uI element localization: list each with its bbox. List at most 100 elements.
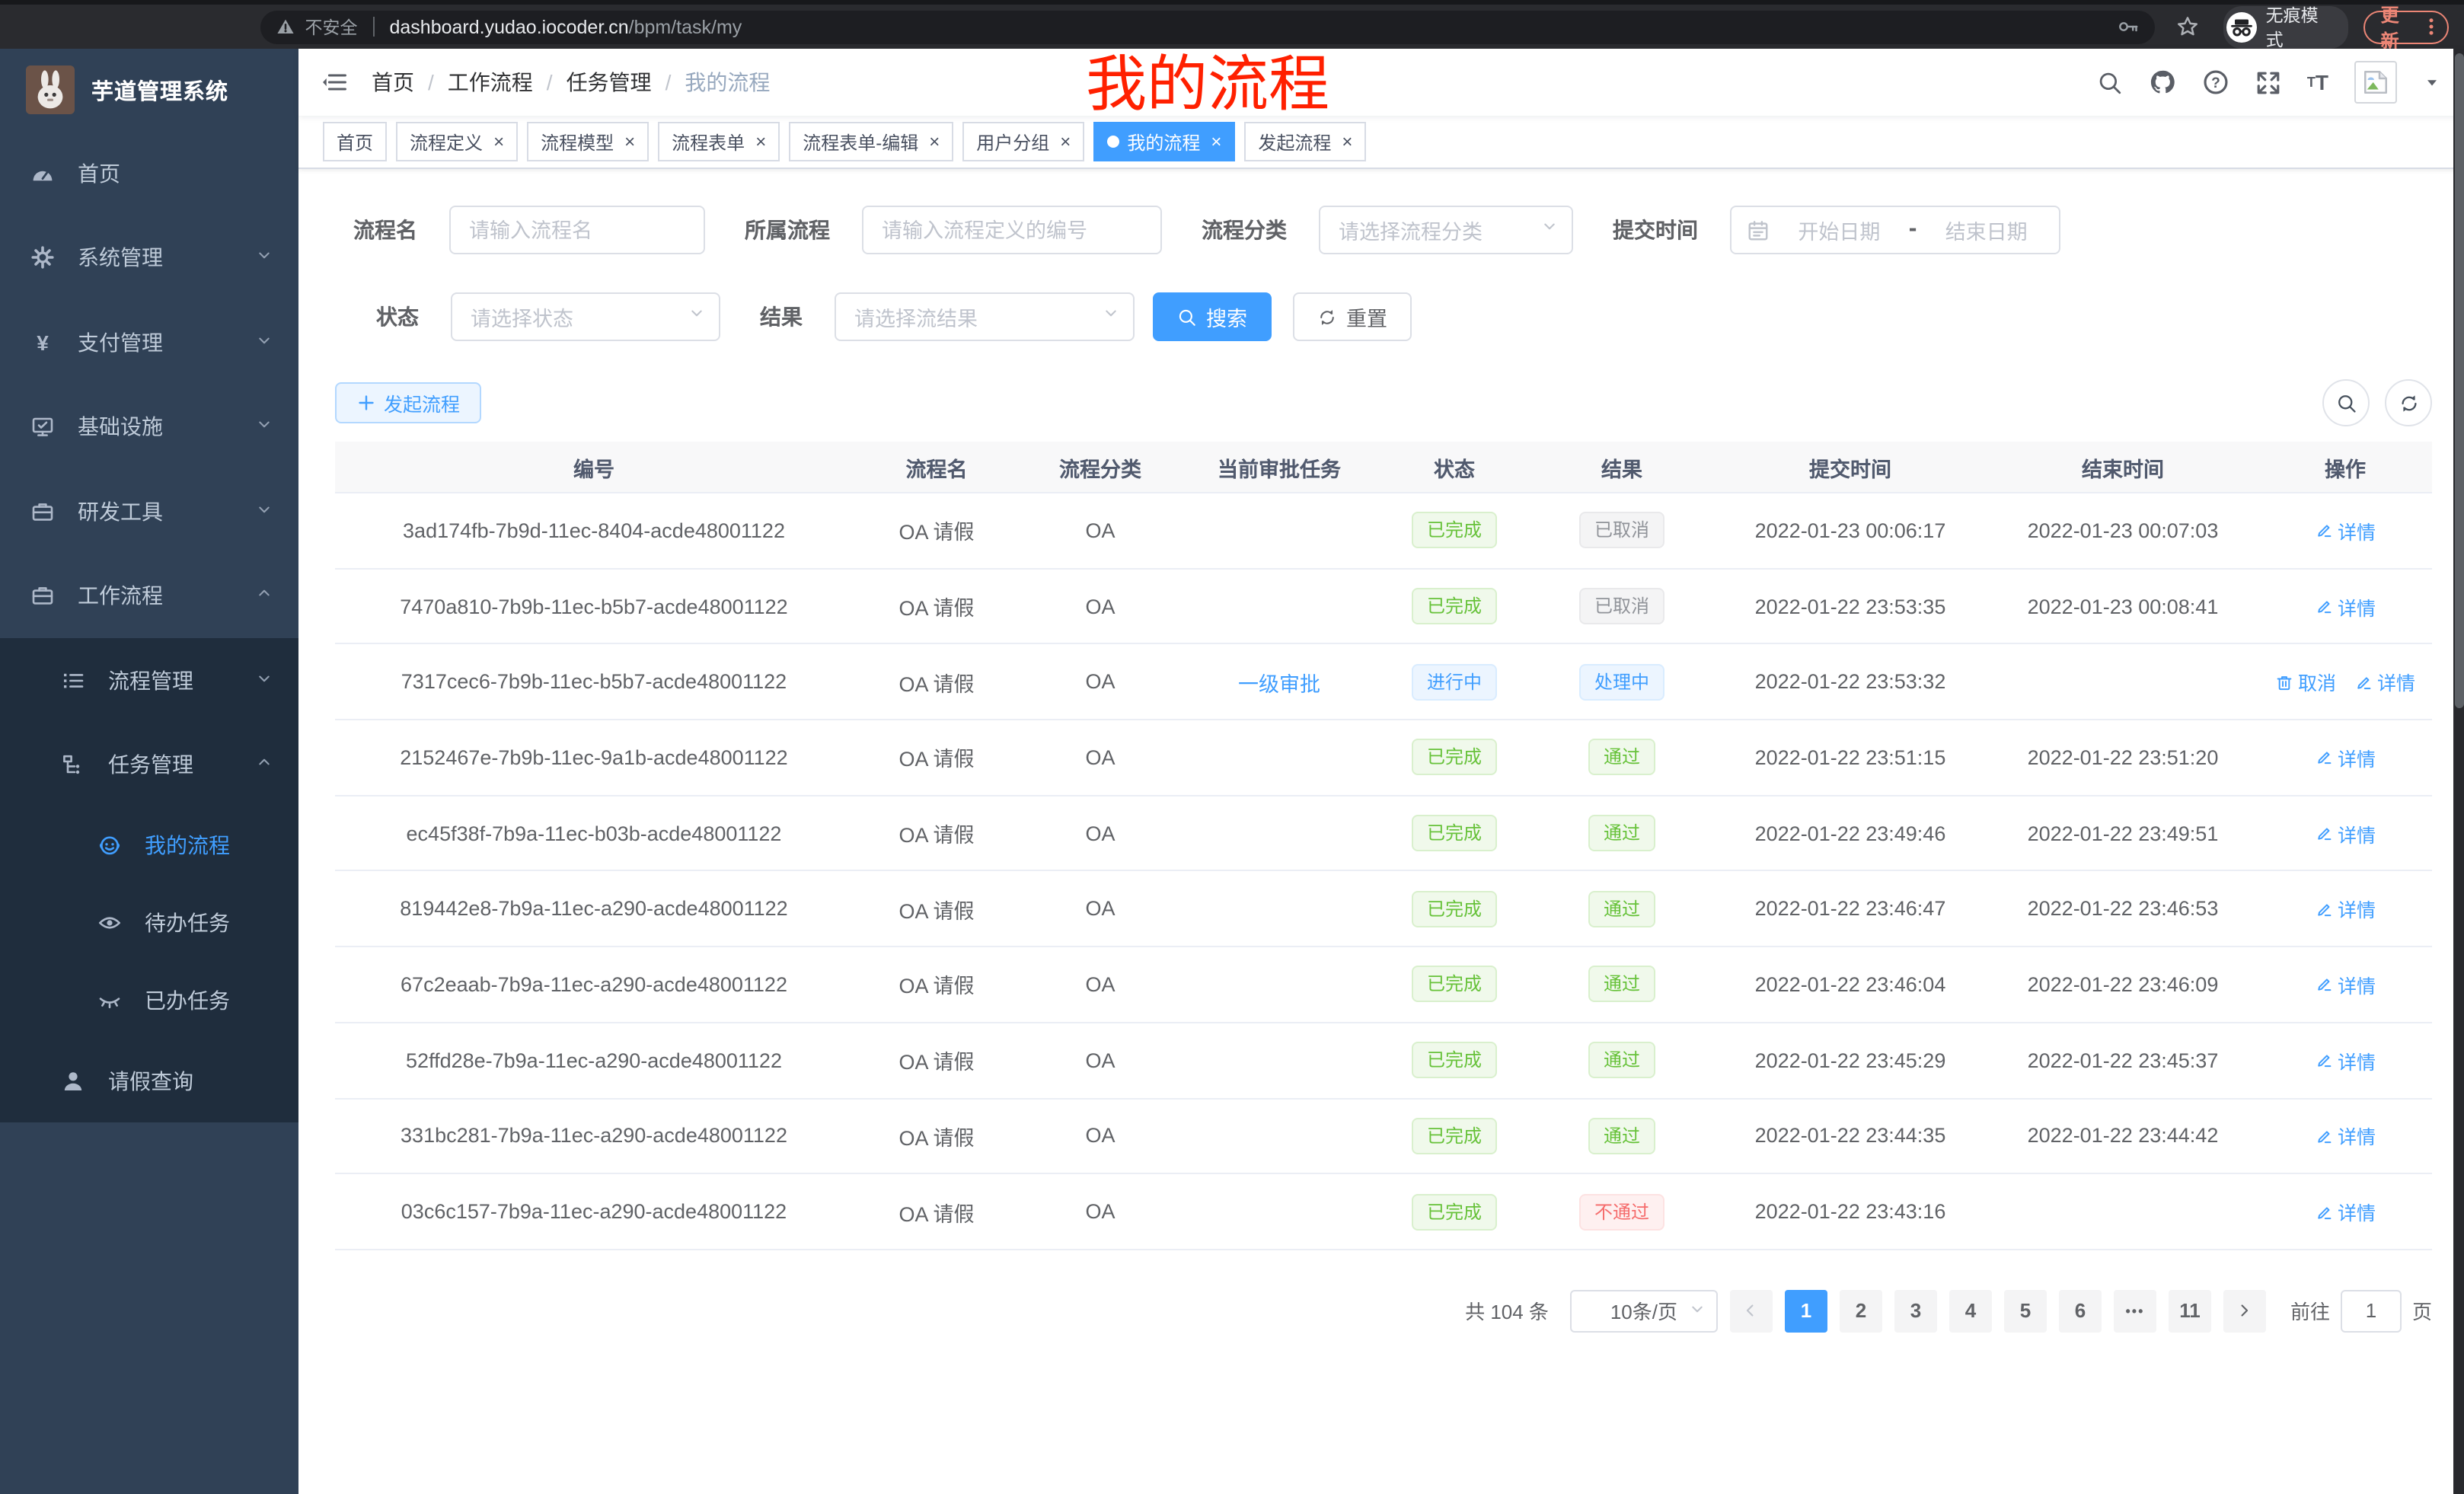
detail-action-link[interactable]: 详情 [2354,667,2415,696]
page-size-select[interactable]: 10条/页 [1570,1290,1718,1333]
help-icon[interactable]: ? [2202,69,2229,96]
cell-process-name: OA 请假 [853,1045,1020,1075]
close-icon[interactable]: × [1342,132,1352,151]
app-title: 芋道管理系统 [91,74,228,106]
owner-process-input[interactable] [862,206,1162,254]
result-select[interactable]: 请选择流结果 [835,292,1135,341]
task-tree-icon [61,752,85,776]
refresh-icon [2398,392,2419,413]
cell-status: 已完成 [1378,815,1530,851]
close-icon[interactable]: × [1211,132,1221,151]
category-select[interactable]: 请选择流程分类 [1319,206,1573,254]
sidebar-item-process-mgmt[interactable]: 流程管理 [0,638,298,722]
sidebar-item-label: 已办任务 [145,985,230,1015]
cancel-action-link[interactable]: 取消 [2275,667,2336,696]
status-select[interactable]: 请选择状态 [451,292,720,341]
breadcrumb-item[interactable]: 工作流程 [448,67,533,97]
breadcrumb-item[interactable]: 任务管理 [567,67,652,97]
detail-action-link[interactable]: 详情 [2315,516,2376,545]
font-size-icon[interactable]: TT [2307,72,2328,93]
detail-action-link[interactable]: 详情 [2315,743,2376,772]
page-button-11[interactable]: 11 [2169,1290,2211,1333]
page-button-6[interactable]: 6 [2059,1290,2102,1333]
column-header: 状态 [1378,452,1530,482]
detail-action-link[interactable]: 详情 [2315,895,2376,924]
github-icon[interactable] [2149,69,2176,96]
close-icon[interactable]: × [624,132,635,151]
column-header: 流程分类 [1020,452,1180,482]
submit-time-range-picker[interactable]: 开始日期 - 结束日期 [1730,206,2060,254]
password-key-icon[interactable] [2117,15,2140,38]
browser-update-button[interactable]: 更新 [2364,10,2449,43]
page-button-4[interactable]: 4 [1949,1290,1992,1333]
browser-back-button[interactable] [15,8,52,45]
detail-action-link[interactable]: 详情 [2315,970,2376,999]
sidebar-logo[interactable]: 芋道管理系统 [0,49,298,131]
status-badge: 已完成 [1412,739,1497,776]
close-icon[interactable]: × [493,132,504,151]
tab-process-model[interactable]: 流程模型× [527,122,649,161]
sidebar-item-infra[interactable]: 基础设施 [0,385,298,469]
address-bar[interactable]: 不安全 dashboard.yudao.iocoder.cn/bpm/task/… [261,10,2155,43]
tab-my-process[interactable]: 我的流程× [1093,122,1235,161]
tab-label: 首页 [337,129,373,155]
fullscreen-icon[interactable] [2255,69,2281,95]
header-search-icon[interactable] [2097,69,2123,95]
browser-home-button[interactable] [179,8,215,45]
detail-action-link[interactable]: 详情 [2315,1197,2376,1226]
tab-home[interactable]: 首页 [323,122,387,161]
breadcrumb-item[interactable]: 首页 [372,67,414,97]
prev-page-button[interactable] [1730,1290,1773,1333]
browser-forward-button[interactable] [70,8,107,45]
search-button[interactable]: 搜索 [1153,292,1272,341]
page-button-1[interactable]: 1 [1785,1290,1827,1333]
page-ellipsis[interactable]: ••• [2114,1290,2156,1333]
bookmark-star-icon[interactable] [2176,15,2199,38]
reset-button[interactable]: 重置 [1293,292,1412,341]
status-badge: 已完成 [1412,966,1497,1003]
sidebar-item-todo-tasks[interactable]: 待办任务 [0,883,298,961]
avatar-caret-down-icon[interactable] [2423,73,2441,91]
next-page-button[interactable] [2223,1290,2266,1333]
sidebar-item-label: 系统管理 [78,243,163,273]
tab-start-process[interactable]: 发起流程× [1244,122,1366,161]
sidebar-item-done-tasks[interactable]: 已办任务 [0,961,298,1039]
close-icon[interactable]: × [1060,132,1071,151]
page-button-2[interactable]: 2 [1840,1290,1882,1333]
sidebar-item-payment[interactable]: ¥支付管理 [0,300,298,385]
browser-reload-button[interactable] [124,8,161,45]
browser-menu-dots-icon[interactable] [2420,15,2443,38]
page-button-5[interactable]: 5 [2004,1290,2047,1333]
process-name-input[interactable] [449,206,705,254]
page-button-3[interactable]: 3 [1894,1290,1937,1333]
tab-process-form[interactable]: 流程表单× [658,122,780,161]
sidebar-item-my-process[interactable]: 我的流程 [0,806,298,883]
detail-action-link[interactable]: 详情 [2315,1045,2376,1074]
sidebar-collapse-icon[interactable] [321,69,349,96]
todo-eye-icon [97,910,122,934]
close-icon[interactable]: × [929,132,940,151]
sidebar-item-leave-query[interactable]: 请假查询 [0,1039,298,1122]
task-link[interactable]: 一级审批 [1238,672,1320,695]
sidebar-item-devtools[interactable]: 研发工具 [0,469,298,554]
scrollbar-thumb[interactable] [2454,53,2463,708]
tab-user-group[interactable]: 用户分组× [962,122,1084,161]
cell-process-name: OA 请假 [853,1121,1020,1151]
cell-current-task: 一级审批 [1180,666,1378,697]
create-process-button[interactable]: 发起流程 [335,382,481,423]
sidebar-item-home[interactable]: 首页 [0,131,298,215]
jump-page-input[interactable] [2341,1290,2402,1333]
sidebar-item-workflow[interactable]: 工作流程 [0,554,298,638]
detail-action-link[interactable]: 详情 [2315,819,2376,848]
close-icon[interactable]: × [755,132,766,151]
refresh-table-button[interactable] [2385,379,2432,426]
detail-action-link[interactable]: 详情 [2315,592,2376,621]
tab-process-definition[interactable]: 流程定义× [396,122,518,161]
cell-result: 通过 [1530,815,1713,851]
sidebar-item-task-mgmt[interactable]: 任务管理 [0,722,298,806]
toggle-search-button[interactable] [2322,379,2370,426]
detail-action-link[interactable]: 详情 [2315,1122,2376,1151]
tab-process-form-edit[interactable]: 流程表单-编辑× [789,122,953,161]
avatar[interactable] [2354,61,2397,104]
sidebar-item-system[interactable]: 系统管理 [0,215,298,300]
